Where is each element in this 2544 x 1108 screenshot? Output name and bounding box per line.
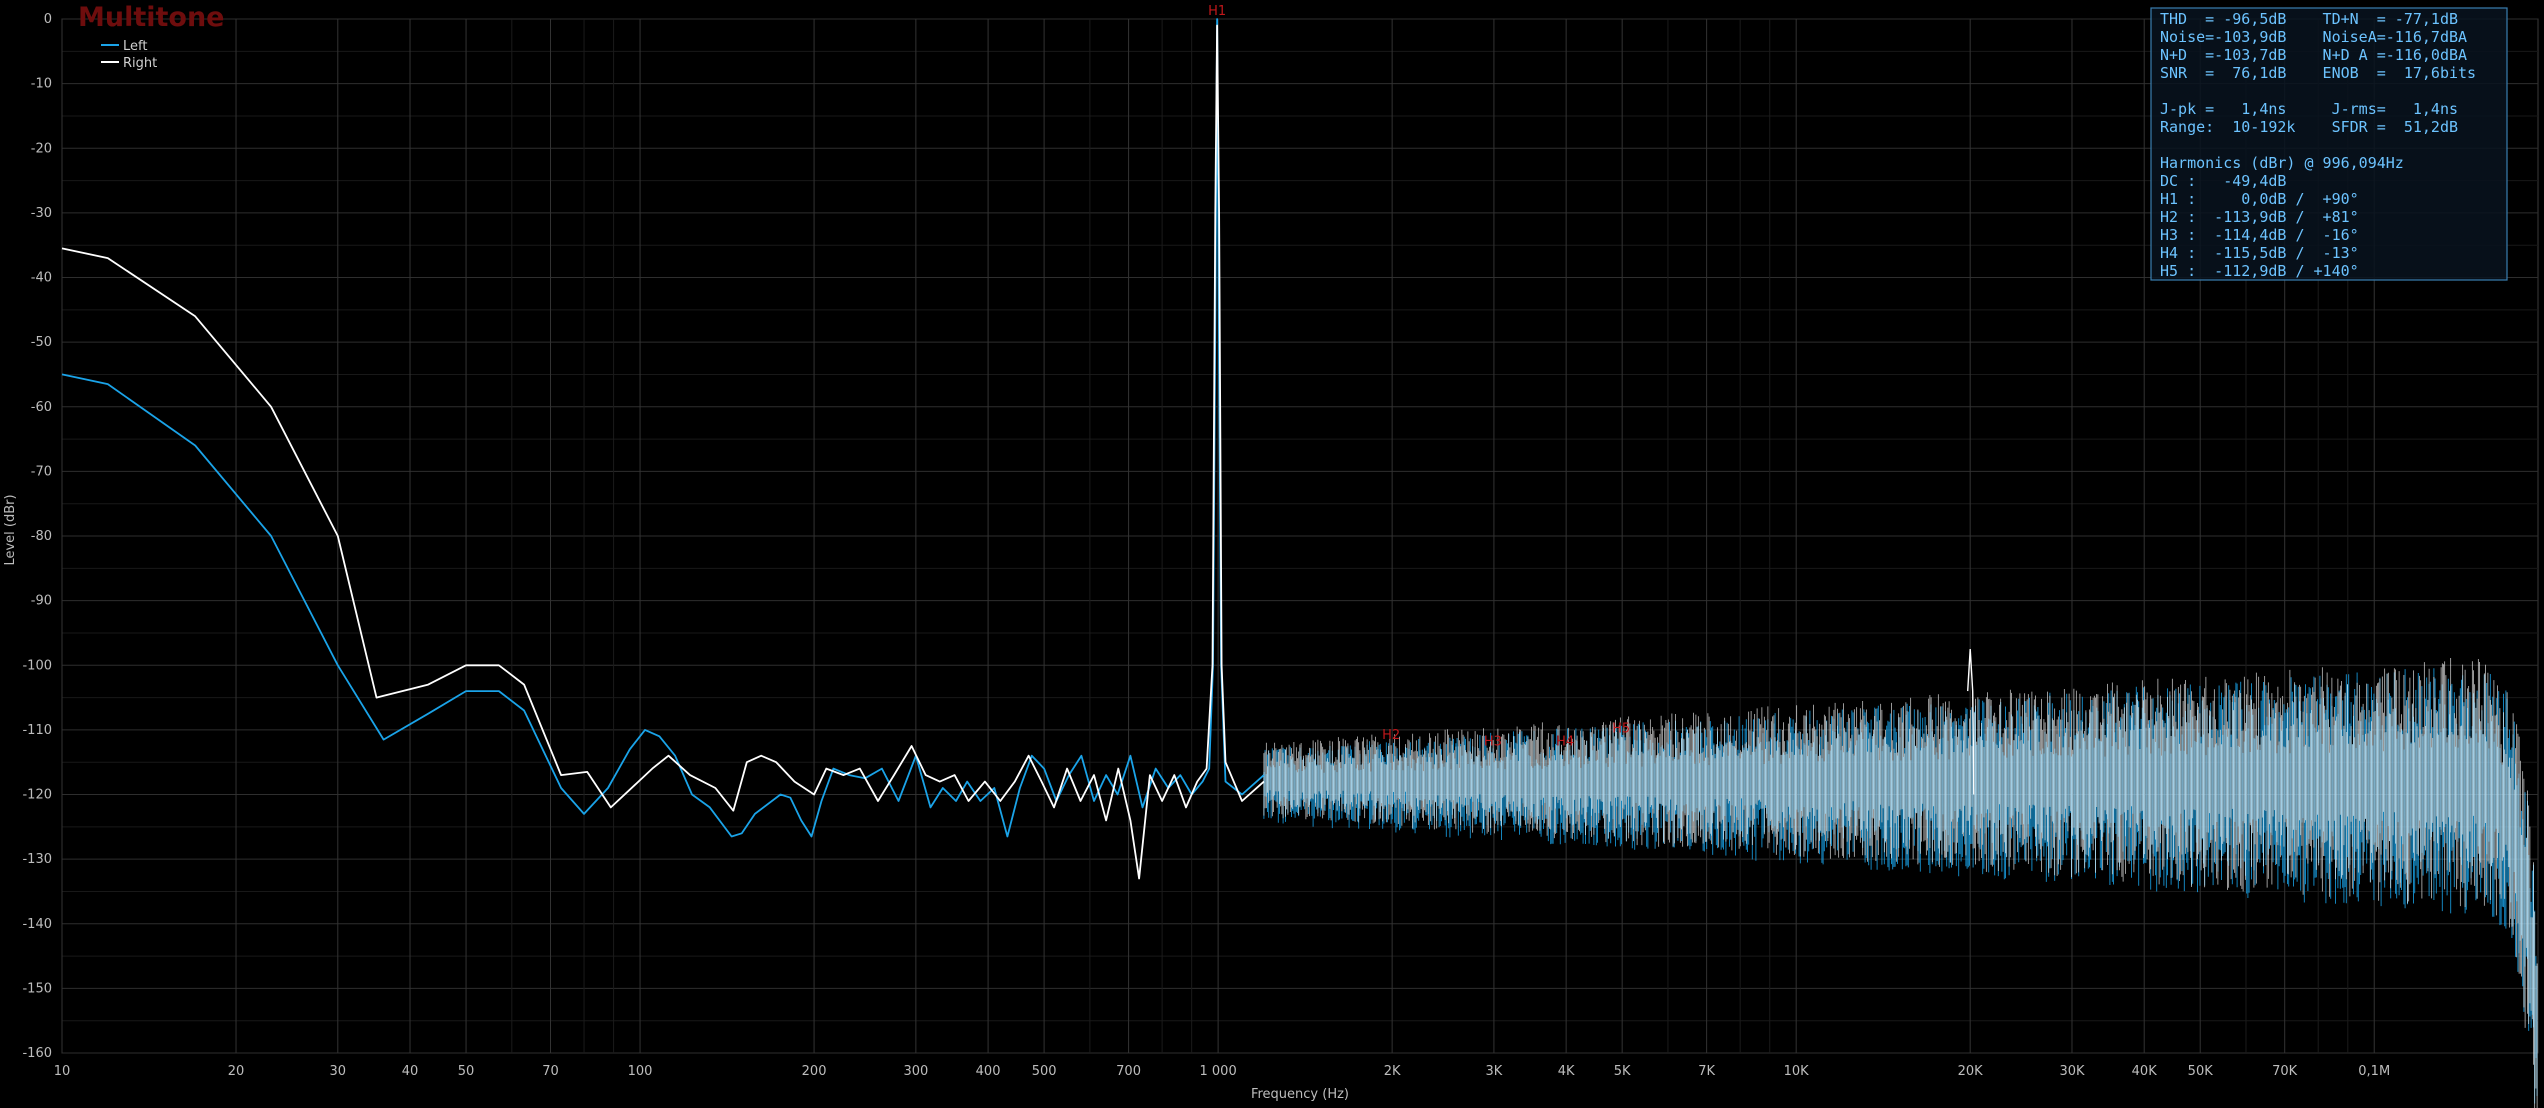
x-tick-label: 40K bbox=[2132, 1064, 2158, 1079]
x-tick-label: 20K bbox=[1958, 1064, 1984, 1079]
spectrum-chart: 10 20 30 40 50 70 100 200 300 400 500 700 1 000 2K 3K 4… bbox=[0, 0, 2544, 1108]
x-tick-label: 200 bbox=[802, 1064, 827, 1079]
harmonic-label-h4: H4 bbox=[1556, 734, 1574, 749]
legend-label-right: Right bbox=[123, 56, 157, 71]
harmonic-label-h5: H5 bbox=[1612, 721, 1630, 736]
stats-line: H1 : 0,0dB / +90° bbox=[2160, 190, 2359, 208]
legend-label-left: Left bbox=[123, 39, 147, 54]
x-tick-label: 1 000 bbox=[1200, 1064, 1237, 1079]
stats-line: N+D =-103,7dB N+D A =-116,0dBA bbox=[2160, 46, 2467, 64]
x-tick-label: 0,1M bbox=[2358, 1064, 2390, 1079]
stats-line: H2 : -113,9dB / +81° bbox=[2160, 208, 2359, 226]
y-tick-label: -80 bbox=[31, 529, 52, 544]
stats-line: THD = -96,5dB TD+N = -77,1dB bbox=[2160, 10, 2458, 28]
y-tick-label: -100 bbox=[22, 658, 52, 673]
harmonic-label-h1: H1 bbox=[1208, 4, 1226, 19]
y-tick-label: -70 bbox=[31, 464, 52, 479]
y-tick-label: 0 bbox=[44, 12, 52, 27]
stats-line: J-pk = 1,4ns J-rms= 1,4ns bbox=[2160, 100, 2458, 118]
y-tick-label: -130 bbox=[22, 852, 52, 867]
harmonic-label-h2: H2 bbox=[1382, 728, 1400, 743]
x-tick-label: 70 bbox=[542, 1064, 559, 1079]
stats-line: Range: 10-192k SFDR = 51,2dB bbox=[2160, 118, 2458, 136]
x-tick-label: 30K bbox=[2059, 1064, 2085, 1079]
x-tick-label: 30 bbox=[330, 1064, 347, 1079]
stats-line: Noise=-103,9dB NoiseA=-116,7dBA bbox=[2160, 28, 2467, 46]
y-tick-label: -60 bbox=[31, 400, 52, 415]
y-tick-label: -50 bbox=[31, 335, 52, 350]
y-tick-label: -20 bbox=[31, 141, 52, 156]
y-tick-label: -10 bbox=[31, 77, 52, 92]
x-tick-label: 4K bbox=[1558, 1064, 1575, 1079]
x-tick-label: 7K bbox=[1698, 1064, 1715, 1079]
x-tick-label: 70K bbox=[2272, 1064, 2298, 1079]
x-axis-title: Frequency (Hz) bbox=[1251, 1087, 1349, 1102]
y-tick-label: -40 bbox=[31, 271, 52, 286]
y-axis-title: Level (dBr) bbox=[3, 494, 18, 565]
stats-line: SNR = 76,1dB ENOB = 17,6bits bbox=[2160, 64, 2476, 82]
x-tick-label: 3K bbox=[1486, 1064, 1503, 1079]
y-tick-label: -150 bbox=[22, 981, 52, 996]
x-tick-label: 50 bbox=[458, 1064, 475, 1079]
x-tick-label: 20 bbox=[228, 1064, 245, 1079]
y-tick-label: -120 bbox=[22, 788, 52, 803]
stats-line: H4 : -115,5dB / -13° bbox=[2160, 244, 2359, 262]
stats-line: DC : -49,4dB bbox=[2160, 172, 2286, 190]
multitone-watermark: Multitone bbox=[78, 2, 225, 33]
x-tick-label: 500 bbox=[1032, 1064, 1057, 1079]
y-tick-label: -30 bbox=[31, 206, 52, 221]
y-tick-label: -110 bbox=[22, 723, 52, 738]
x-tick-label: 5K bbox=[1614, 1064, 1631, 1079]
x-tick-label: 40 bbox=[402, 1064, 419, 1079]
y-tick-label: -140 bbox=[22, 917, 52, 932]
x-tick-label: 400 bbox=[976, 1064, 1001, 1079]
stats-line: Harmonics (dBr) @ 996,094Hz bbox=[2160, 154, 2404, 172]
x-tick-label: 10 bbox=[54, 1064, 71, 1079]
y-tick-label: -160 bbox=[22, 1046, 52, 1061]
stats-line: H3 : -114,4dB / -16° bbox=[2160, 226, 2359, 244]
x-tick-label: 10K bbox=[1784, 1064, 1810, 1079]
x-tick-label: 300 bbox=[903, 1064, 928, 1079]
stats-panel: THD = -96,5dB TD+N = -77,1dBNoise=-103,9… bbox=[2150, 7, 2508, 281]
x-tick-label: 2K bbox=[1384, 1064, 1401, 1079]
stats-line: H5 : -112,9dB / +140° bbox=[2160, 262, 2359, 280]
harmonic-label-h3: H3 bbox=[1484, 734, 1502, 749]
x-tick-label: 50K bbox=[2188, 1064, 2214, 1079]
y-tick-label: -90 bbox=[31, 594, 52, 609]
x-tick-label: 100 bbox=[628, 1064, 653, 1079]
x-tick-label: 700 bbox=[1116, 1064, 1141, 1079]
